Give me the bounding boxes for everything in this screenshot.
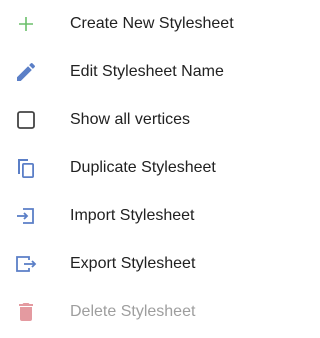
menu-item-export-stylesheet[interactable]: Export Stylesheet — [0, 240, 248, 288]
copy-icon — [14, 156, 38, 180]
menu-item-show-all-vertices[interactable]: Show all vertices — [0, 96, 248, 144]
pencil-icon — [14, 60, 38, 84]
plus-icon — [14, 12, 38, 36]
menu-item-label: Import Stylesheet — [70, 207, 195, 224]
menu-item-import-stylesheet[interactable]: Import Stylesheet — [0, 192, 248, 240]
menu-item-label: Create New Stylesheet — [70, 15, 234, 32]
stylesheet-menu: Create New Stylesheet Edit Stylesheet Na… — [0, 0, 248, 338]
menu-item-label: Export Stylesheet — [70, 255, 196, 272]
trash-icon — [14, 300, 38, 324]
export-icon — [14, 252, 38, 276]
menu-item-label: Edit Stylesheet Name — [70, 63, 224, 80]
menu-item-label: Duplicate Stylesheet — [70, 159, 216, 176]
menu-item-delete-stylesheet: Delete Stylesheet — [0, 288, 248, 336]
menu-item-label: Show all vertices — [70, 111, 191, 128]
import-icon — [14, 204, 38, 228]
menu-item-create-new-stylesheet[interactable]: Create New Stylesheet — [0, 0, 248, 48]
checkbox-icon[interactable] — [14, 108, 38, 132]
menu-item-duplicate-stylesheet[interactable]: Duplicate Stylesheet — [0, 144, 248, 192]
menu-item-label: Delete Stylesheet — [70, 303, 196, 320]
menu-item-edit-stylesheet-name[interactable]: Edit Stylesheet Name — [0, 48, 248, 96]
